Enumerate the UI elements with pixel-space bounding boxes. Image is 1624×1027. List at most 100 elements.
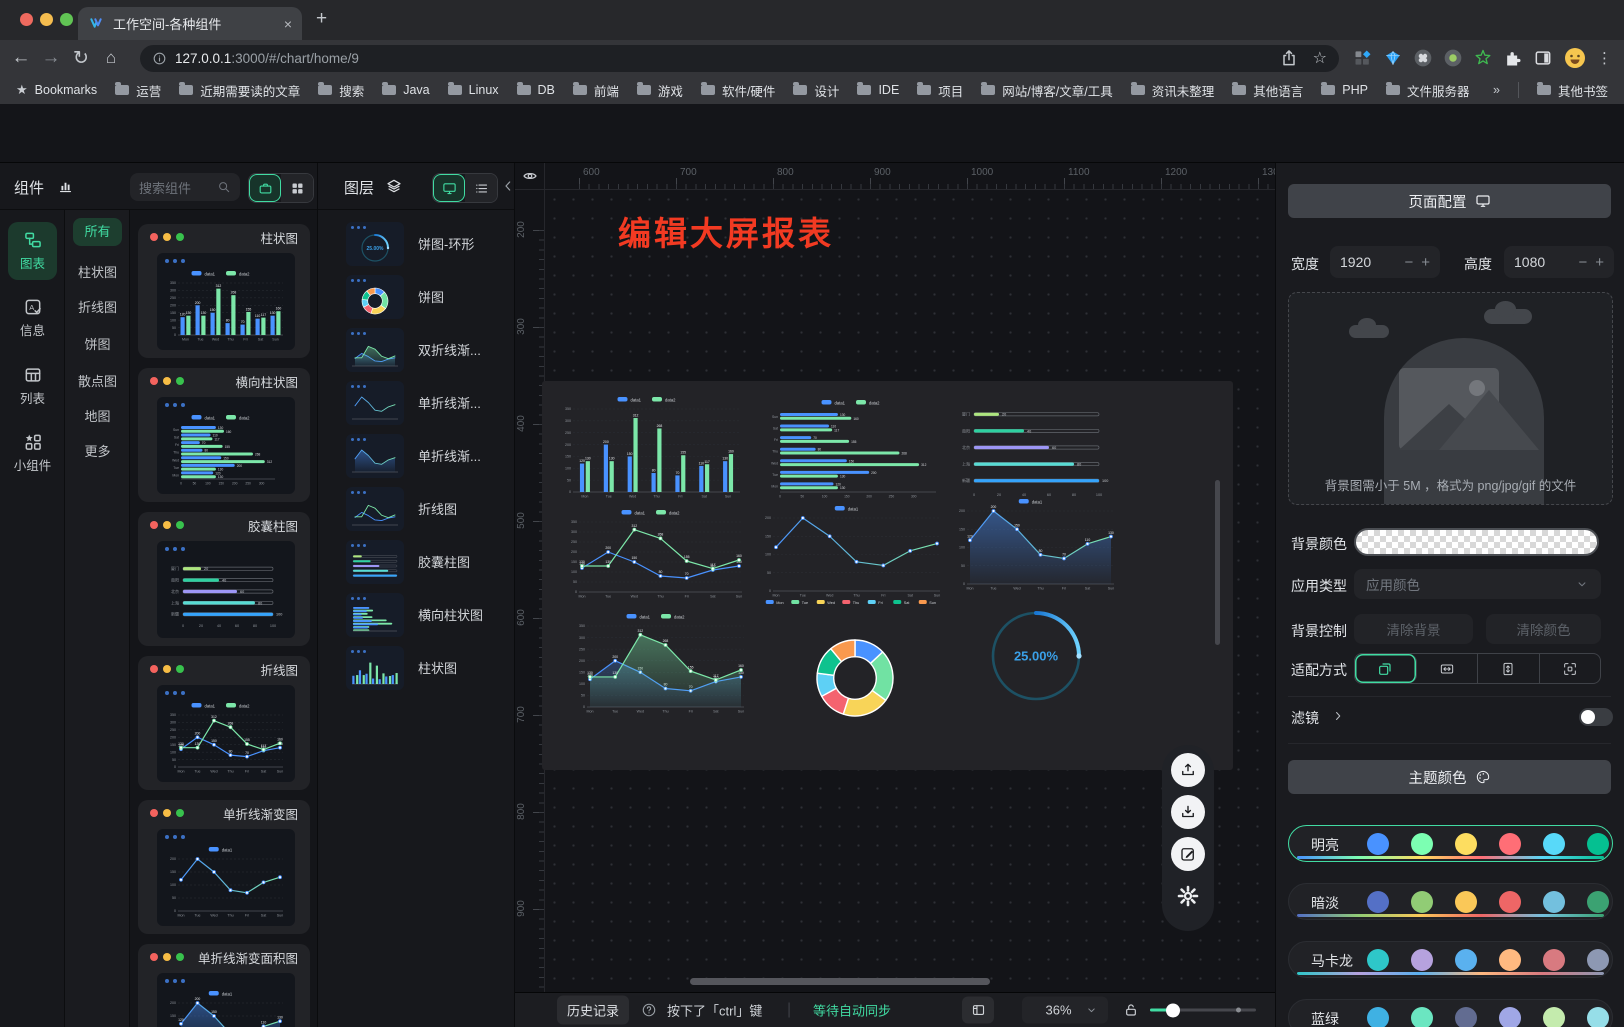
site-info-icon[interactable]: [152, 51, 167, 66]
layer-item[interactable]: 胶囊柱图: [318, 538, 514, 588]
bookmark-folder[interactable]: 搜索: [318, 81, 364, 100]
category-柱状图[interactable]: 柱状图: [73, 259, 122, 287]
browser-tab[interactable]: 工作空间-各种组件 ×: [78, 7, 302, 40]
bookmark-folder[interactable]: 运营: [115, 81, 161, 100]
layer-item[interactable]: 柱状图: [318, 644, 514, 694]
minimize-window-button[interactable]: [40, 13, 53, 26]
chevron-right-icon[interactable]: [1331, 709, 1345, 723]
sidebar-item-2[interactable]: 列表: [8, 365, 57, 407]
horizontal-bar-chart[interactable]: data1data2130160Sun110117Sat70155Fri8026…: [760, 396, 952, 503]
history-button[interactable]: 历史记录: [557, 996, 629, 1025]
extension-dot-icon[interactable]: [1443, 48, 1463, 68]
component-card[interactable]: 单折线渐变面积图data1050100150200120200150807011…: [138, 944, 310, 1027]
zoom-slider[interactable]: [1150, 1009, 1256, 1012]
fit-height-button[interactable]: [1478, 654, 1540, 683]
category-散点图[interactable]: 散点图: [73, 368, 122, 396]
layer-item[interactable]: 横向柱状图: [318, 591, 514, 641]
home-icon[interactable]: ⌂: [96, 48, 126, 68]
component-card[interactable]: 胶囊柱图厦门20南阳40北京60上海80新疆100020406080100: [138, 512, 310, 646]
bookmark-folder[interactable]: 前端: [573, 81, 619, 100]
background-upload-dropzone[interactable]: 背景图需小于 5M ，格式为 png/jpg/gif 的文件: [1288, 292, 1613, 505]
category-地图[interactable]: 地图: [73, 403, 122, 431]
component-card[interactable]: 横向柱状图data1data2130160Sun110117Sat70155Fr…: [138, 368, 310, 502]
settings-gear-button[interactable]: [1171, 879, 1205, 913]
layer-list-toggle[interactable]: [465, 174, 497, 202]
category-更多[interactable]: 更多: [73, 438, 122, 466]
height-plus[interactable]: +: [1595, 254, 1604, 271]
bookmark-folder[interactable]: IDE: [857, 83, 899, 97]
gradient-line-chart[interactable]: data10501001502001202001508070110130MonT…: [950, 495, 1122, 595]
bookmark-star-icon[interactable]: ☆: [1313, 48, 1327, 68]
horizontal-scrollbar[interactable]: [690, 978, 990, 985]
bookmark-folder[interactable]: DB: [517, 83, 555, 97]
layer-item[interactable]: 单折线渐...: [318, 432, 514, 482]
filter-toggle[interactable]: [1579, 708, 1613, 726]
bookmark-folder[interactable]: 文件服务器: [1386, 81, 1470, 100]
layer-item[interactable]: 25.00%饼图-环形: [318, 220, 514, 270]
progress-ring-chart[interactable]: 25.00%: [985, 602, 1087, 710]
vertical-scrollbar[interactable]: [1215, 480, 1220, 645]
app-type-select[interactable]: 应用颜色: [1354, 569, 1601, 599]
theme-row-明亮[interactable]: 明亮: [1288, 825, 1613, 862]
bg-color-swatch[interactable]: [1354, 528, 1599, 556]
width-minus[interactable]: −: [1404, 254, 1413, 271]
bookmark-folder[interactable]: PHP: [1321, 83, 1368, 97]
clear-background-button[interactable]: 清除背景: [1354, 614, 1473, 644]
edit-button[interactable]: [1171, 837, 1205, 871]
category-饼图[interactable]: 饼图: [73, 331, 122, 359]
single-line-chart[interactable]: data1050100150200MonTueWedThuFriSatSun: [756, 502, 948, 602]
maximize-window-button[interactable]: [60, 13, 73, 26]
theme-row-马卡龙[interactable]: 马卡龙: [1288, 941, 1613, 978]
browser-menu-icon[interactable]: ⋮: [1597, 49, 1612, 67]
layer-item[interactable]: 折线图: [318, 485, 514, 535]
height-input[interactable]: 1080 −+: [1504, 246, 1614, 278]
address-bar[interactable]: 127.0.0.1:3000/#/chart/home/9 ☆: [140, 45, 1339, 72]
new-tab-button[interactable]: +: [316, 8, 327, 30]
height-minus[interactable]: −: [1578, 254, 1587, 271]
collapse-panel-icon[interactable]: [500, 178, 516, 194]
help-icon[interactable]: [641, 1002, 657, 1018]
sidebar-item-0[interactable]: 图表: [8, 222, 57, 280]
sidebar-item-3[interactable]: 小组件: [8, 432, 57, 474]
profile-avatar[interactable]: [1563, 46, 1587, 70]
bookmark-folder[interactable]: 软件/硬件: [701, 81, 775, 100]
layer-item[interactable]: 双折线渐...: [318, 326, 514, 376]
zoom-slider-knob[interactable]: [1166, 1003, 1180, 1017]
history-panel-button[interactable]: [962, 997, 994, 1024]
layer-thumbnail-toggle[interactable]: [433, 174, 465, 202]
export-button[interactable]: [1171, 753, 1205, 787]
width-input[interactable]: 1920 −+: [1330, 246, 1440, 278]
bookmarks-root[interactable]: ★Bookmarks: [16, 82, 97, 98]
tab-close-icon[interactable]: ×: [284, 16, 292, 32]
bookmark-folder[interactable]: Linux: [448, 83, 499, 97]
extension-grid-icon[interactable]: [1353, 48, 1373, 68]
bookmark-folder[interactable]: 网站/博客/文章/工具: [981, 81, 1112, 100]
fit-auto-button[interactable]: [1355, 654, 1417, 683]
capsule-chart[interactable]: 厦门20南阳40北京60上海80新疆100020406080100: [952, 398, 1117, 503]
zoom-select[interactable]: 36%: [1022, 997, 1108, 1024]
bookmark-folder[interactable]: 近期需要读的文章: [179, 81, 300, 100]
share-icon[interactable]: [1279, 48, 1299, 68]
fit-stretch-button[interactable]: [1540, 654, 1601, 683]
bookmark-folder[interactable]: 资讯未整理: [1131, 81, 1215, 100]
bookmark-folder[interactable]: 其他语言: [1232, 81, 1303, 100]
dual-line-chart[interactable]: data1data2050100150200250300350120200150…: [562, 506, 750, 603]
extension-diamond-icon[interactable]: [1383, 48, 1403, 68]
clear-color-button[interactable]: 清除颜色: [1486, 614, 1601, 644]
bookmarks-overflow-icon[interactable]: »: [1493, 83, 1500, 97]
sidebar-item-1[interactable]: A信息: [8, 297, 57, 339]
close-window-button[interactable]: [20, 13, 33, 26]
single-view-toggle[interactable]: [249, 174, 281, 202]
dashboard-title-text[interactable]: 编辑大屏报表: [618, 207, 834, 255]
component-card[interactable]: 柱状图data1data2050100150200250300350120200…: [138, 224, 310, 358]
layer-item[interactable]: 饼图: [318, 273, 514, 323]
lock-icon[interactable]: [1123, 1002, 1139, 1018]
layer-item[interactable]: 单折线渐...: [318, 379, 514, 429]
grid-view-toggle[interactable]: [281, 174, 313, 202]
extensions-puzzle-icon[interactable]: [1503, 48, 1523, 68]
bookmark-folder[interactable]: Java: [382, 83, 429, 97]
extension-cmd-icon[interactable]: ⌘: [1413, 48, 1433, 68]
component-card[interactable]: 折线图data1data2050100150200250300350120200…: [138, 656, 310, 790]
fit-width-button[interactable]: [1417, 654, 1479, 683]
bookmark-folder[interactable]: 项目: [917, 81, 963, 100]
